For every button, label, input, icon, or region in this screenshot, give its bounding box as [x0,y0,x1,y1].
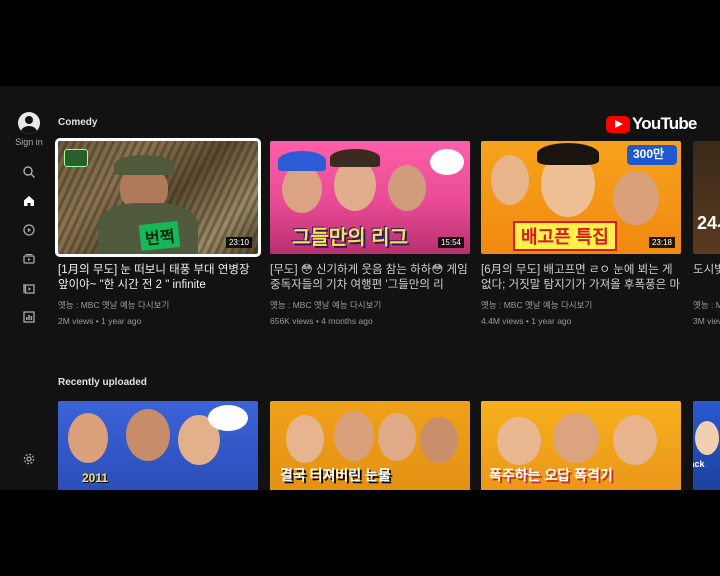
thumbnail-caption: 번쩍 [138,221,181,251]
video-thumbnail[interactable]: 번쩍 23:10 [55,138,261,257]
thumbnail-caption: 2011 [82,471,109,485]
video-stats: 2M views • 1 year ago [58,316,142,326]
account-icon [18,112,40,134]
video-stats: 656K views • 4 months ago [270,316,373,326]
shorts-icon[interactable] [22,223,36,237]
video-card[interactable]: 24시 도시빛 끼리 ? 옛능 : MBC 3M views [693,141,720,326]
video-thumbnail[interactable]: 결국 터져버린 눈물 [270,401,470,490]
video-thumbnail[interactable]: 그들만의 리그 15:54 [270,141,470,254]
video-card[interactable]: Back [693,401,720,490]
duration-badge: 23:18 [648,237,675,248]
youtube-tv-screen: Sign in YouTube Comedy 번쩍 23:10 [1月의 무도]… [0,86,720,490]
home-icon[interactable] [22,194,36,208]
video-thumbnail[interactable]: 300만 배고픈 특집 23:18 [481,141,681,254]
video-card[interactable]: 300만 배고픈 특집 23:18 [6月의 무도] 배고프면 ㄹㅇ 눈에 뵈는… [481,141,681,326]
duration-badge: 15:54 [437,237,464,248]
thumbnail-caption: 24시 [697,213,720,233]
video-title: [1月의 무도] 눈 떠보니 태풍 부대 연병장 앞이야~ "한 시간 전 2 … [58,264,250,291]
video-stats: 3M views [693,316,720,326]
video-thumbnail[interactable]: 폭주하는 오답 폭격기 [481,401,681,490]
trending-icon[interactable] [22,310,36,324]
thumbnail-caption: Back [693,459,705,469]
youtube-play-icon [606,115,630,133]
sign-in-label: Sign in [15,137,43,147]
library-icon[interactable] [22,281,36,295]
settings-icon[interactable] [22,452,36,466]
video-thumbnail[interactable]: 24시 [693,141,720,254]
thumbnail-caption: 폭주하는 오답 폭격기 [489,467,613,483]
video-card[interactable]: 결국 터져버린 눈물 [270,401,470,490]
thumbnail-caption: 배고픈 특집 [513,221,617,251]
thumbnail-caption: 그들만의 리그 [292,227,408,249]
video-card[interactable]: 폭주하는 오답 폭격기 [481,401,681,490]
youtube-logo: YouTube [606,114,697,134]
thumbnail-caption: 결국 터져버린 눈물 [280,467,391,483]
channel-name: 옛능 : MBC [693,300,720,310]
channel-name: 옛능 : MBC 옛날 예능 다시보기 [270,300,382,310]
subscriptions-icon[interactable] [22,252,36,266]
shelf-title-comedy: Comedy [58,117,98,128]
youtube-logo-text: YouTube [632,114,697,133]
video-card[interactable]: 번쩍 23:10 [1月의 무도] 눈 떠보니 태풍 부대 연병장 앞이야~ "… [55,138,261,326]
video-title: [무도] 😳 신기하게 웃음 참는 하하😳 게임 중독자들의 기차 여행편 '그… [270,264,468,291]
search-icon[interactable] [22,165,36,179]
video-title: [6月의 무도] 배고프면 ㄹㅇ 눈에 뵈는 게 없다; 거짓말 탐지기가 가져… [481,264,681,291]
video-thumbnail[interactable]: 2011 [58,401,258,490]
video-card[interactable]: 그들만의 리그 15:54 [무도] 😳 신기하게 웃음 참는 하하😳 게임 중… [270,141,470,326]
sign-in-button[interactable]: Sign in [8,112,50,147]
shelf-title-recently-uploaded: Recently uploaded [58,377,147,388]
video-title: 도시빛 끼리 ? [693,264,720,276]
video-thumbnail[interactable]: Back [693,401,720,490]
sidebar: Sign in [0,86,56,490]
channel-name: 옛능 : MBC 옛날 예능 다시보기 [481,300,593,310]
video-card[interactable]: 2011 [58,401,258,490]
video-stats: 4.4M views • 1 year ago [481,316,572,326]
channel-name: 옛능 : MBC 옛날 예능 다시보기 [58,300,170,310]
duration-badge: 23:10 [225,237,252,248]
